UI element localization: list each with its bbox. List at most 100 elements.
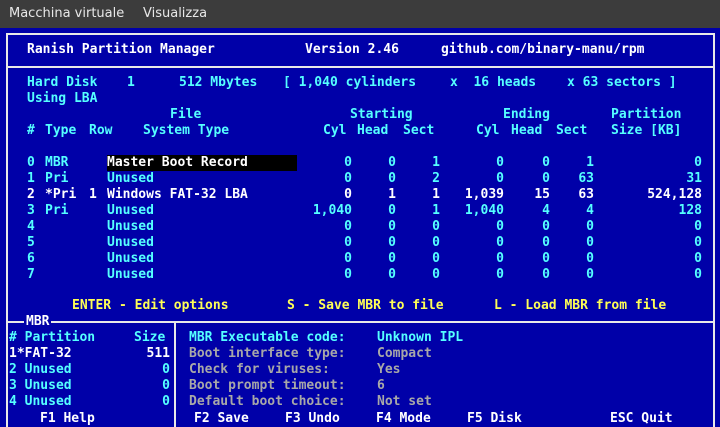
app-title: Ranish Partition Manager (27, 42, 215, 57)
menu-virtual-machine[interactable]: Macchina virtuale (9, 6, 124, 21)
row-type: Pri (45, 203, 69, 218)
mbr-option-label: Check for viruses: (189, 362, 330, 377)
row-start-head: 0 (388, 203, 396, 218)
row-end-cyl: 0 (496, 155, 504, 170)
row-end-sect: 0 (586, 219, 594, 234)
fkey-f4[interactable]: F4 Mode (374, 411, 433, 427)
row-start-head: 0 (388, 155, 396, 170)
row-start-cyl: 0 (344, 187, 352, 202)
row-start-sect: 1 (432, 187, 440, 202)
row-start-sect: 0 (432, 219, 440, 234)
row-start-head: 0 (388, 171, 396, 186)
row-start-sect: 1 (432, 203, 440, 218)
row-start-sect: 0 (432, 267, 440, 282)
row-start-head: 0 (388, 251, 396, 266)
disk-label: Hard Disk (27, 75, 98, 90)
row-system-type: Unused (107, 203, 154, 218)
row-type: *Pri (45, 187, 77, 202)
menu-view[interactable]: Visualizza (143, 6, 207, 21)
row-num: 1 (27, 171, 35, 186)
row-size: 0 (694, 235, 702, 250)
col-start-cyl: Cyl (323, 123, 347, 138)
row-size: 0 (694, 267, 702, 282)
row-num: 6 (27, 251, 35, 266)
row-end-head: 0 (542, 251, 550, 266)
mbr-item-label: 1*FAT-32 (9, 346, 72, 361)
mbr-item-size: 0 (162, 394, 170, 409)
fkey-esc[interactable]: ESC Quit (608, 411, 675, 427)
hint-enter: ENTER - Edit options (72, 298, 229, 313)
mbr-item-size: 0 (162, 362, 170, 377)
row-end-cyl: 1,039 (464, 187, 504, 202)
row-end-cyl: 1,040 (464, 203, 504, 218)
row-size: 0 (694, 251, 702, 266)
row-start-cyl: 0 (344, 251, 352, 266)
col-start-head: Head (357, 123, 389, 138)
row-system-type: Windows FAT-32 LBA (107, 187, 248, 202)
row-end-cyl: 0 (496, 251, 504, 266)
row-start-sect: 0 (432, 235, 440, 250)
title-separator (6, 66, 715, 68)
row-end-sect: 1 (586, 155, 594, 170)
row-num: 0 (27, 155, 35, 170)
row-end-sect: 63 (578, 187, 594, 202)
col-size: Size [KB] (611, 123, 682, 138)
col-end-head: Head (511, 123, 543, 138)
fkey-f1[interactable]: F1 Help (38, 411, 97, 427)
row-end-cyl: 0 (496, 267, 504, 282)
row-num: 7 (27, 267, 35, 282)
mbr-item-size: 511 (146, 346, 170, 361)
row-num: 3 (27, 203, 35, 218)
mbr-option-value: Unknown IPL (377, 330, 464, 345)
row-end-head: 15 (534, 187, 550, 202)
row-size: 0 (694, 219, 702, 234)
mbr-item-label: 3 Unused (9, 378, 72, 393)
disk-heads: x 16 heads (450, 75, 537, 90)
row-system-type: Unused (107, 251, 154, 266)
disk-size: 512 Mbytes (179, 75, 258, 90)
hint-save: S - Save MBR to file (287, 298, 444, 313)
col-system-type: System Type (143, 123, 230, 138)
col-file: File (170, 107, 202, 122)
row-start-cyl: 0 (344, 155, 352, 170)
row-end-head: 0 (542, 235, 550, 250)
col-type: Type (45, 123, 77, 138)
row-end-cyl: 0 (496, 171, 504, 186)
row-end-sect: 0 (586, 235, 594, 250)
mbr-option-label: Boot prompt timeout: (189, 378, 346, 393)
row-end-head: 0 (542, 171, 550, 186)
fkey-f2[interactable]: F2 Save (192, 411, 251, 427)
col-start-sect: Sect (403, 123, 435, 138)
row-end-cyl: 0 (496, 219, 504, 234)
col-end-sect: Sect (556, 123, 588, 138)
mbr-panel-divider (174, 321, 176, 427)
row-system-type: Unused (107, 235, 154, 250)
mbr-header-partition: # Partition (9, 330, 96, 345)
mbr-option-label: MBR Executable code: (189, 330, 346, 345)
row-end-cyl: 0 (496, 235, 504, 250)
disk-mode: Using LBA (27, 91, 98, 106)
mbr-option-value: Compact (377, 346, 432, 361)
col-end-cyl: Cyl (476, 123, 500, 138)
col-partition: Partition (611, 107, 682, 122)
row-start-head: 0 (388, 267, 396, 282)
row-start-sect: 2 (432, 171, 440, 186)
row-system-type: Unused (107, 267, 154, 282)
col-ending: Ending (503, 107, 550, 122)
row-rownum: 1 (89, 187, 97, 202)
mbr-header-size: Size (134, 330, 166, 345)
mbr-item-size: 0 (162, 378, 170, 393)
app-url: github.com/binary-manu/rpm (441, 42, 645, 57)
row-num: 4 (27, 219, 35, 234)
col-starting: Starting (350, 107, 413, 122)
fkey-f3[interactable]: F3 Undo (283, 411, 342, 427)
row-end-sect: 0 (586, 251, 594, 266)
col-num: # (27, 123, 35, 138)
mbr-item-label: 4 Unused (9, 394, 72, 409)
row-end-head: 0 (542, 155, 550, 170)
disk-cylinders: [ 1,040 cylinders (283, 75, 417, 90)
row-start-sect: 1 (432, 155, 440, 170)
mbr-option-value: Not set (377, 394, 432, 409)
fkey-f5[interactable]: F5 Disk (465, 411, 524, 427)
hint-load: L - Load MBR from file (494, 298, 667, 313)
